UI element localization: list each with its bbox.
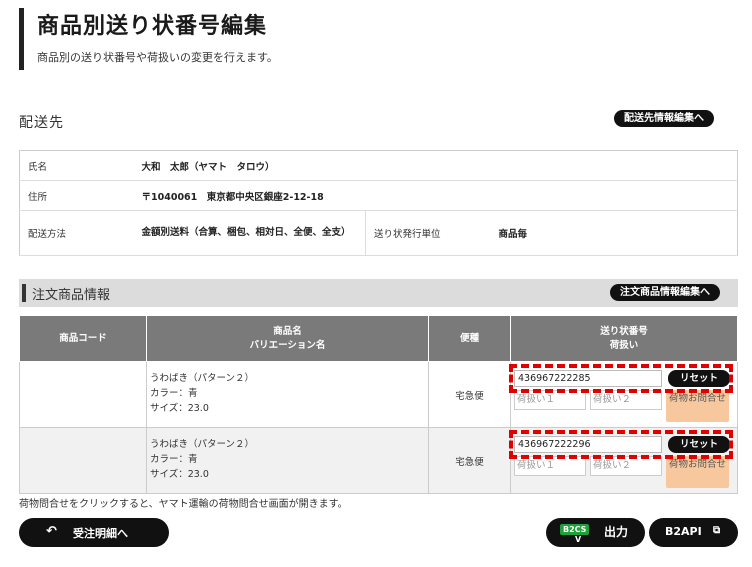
page-title: 商品別送り状番号編集 — [37, 14, 268, 39]
column-header-name-line2: バリエーション名 — [249, 339, 326, 351]
inquiry-note: 荷物問合せをクリックすると、ヤマト運輸の荷物問合せ画面が開きます。 — [19, 499, 348, 510]
delivery-info-table: 氏名 大和 太郎（ヤマト タロウ） 住所 〒1040061 東京都中央区銀座2-… — [19, 150, 738, 256]
back-to-order-detail-button[interactable]: ↶ 受注明細へ — [19, 518, 169, 547]
reset-button[interactable]: リセット — [668, 436, 730, 453]
column-header-tracking-line2: 荷扱い — [609, 339, 639, 351]
reset-button[interactable]: リセット — [668, 370, 730, 387]
handling1-input[interactable]: 荷扱い１ — [514, 390, 586, 410]
external-link-icon: ⧉ — [713, 525, 721, 536]
return-arrow-icon: ↶ — [46, 524, 57, 539]
output-label: 出力 — [604, 525, 629, 539]
tracking-number-input[interactable]: 436967222296 — [514, 436, 662, 453]
product-color: カラー：青 — [150, 454, 198, 466]
b2cs-version: V — [575, 535, 582, 544]
column-header-tracking: 送り状番号 荷扱い — [510, 315, 738, 362]
back-button-label: 受注明細へ — [73, 527, 128, 540]
product-name: うわばき（パターン２） — [150, 373, 255, 385]
address-value: 〒1040061 東京都中央区銀座2-12-18 — [133, 180, 738, 211]
package-inquiry-button[interactable]: 荷物お問合せ — [666, 456, 729, 488]
order-items-table: 商品コード 商品名 バリエーション名 便種 送り状番号 荷扱い うわばき（パター… — [19, 315, 738, 494]
title-accent-bar — [19, 8, 24, 70]
handling2-input[interactable]: 荷扱い２ — [590, 456, 662, 476]
column-header-name-line1: 商品名 — [273, 325, 302, 337]
table-row: うわばき（パターン２） カラー：青 サイズ：23.0 宅急便 436967222… — [19, 427, 738, 494]
shipping-type-cell: 宅急便 — [428, 427, 511, 494]
b2cs-output-button[interactable]: B2CS V 出力 — [546, 518, 645, 547]
b2api-label: B2API — [665, 525, 702, 538]
page-description: 商品別の送り状番号や荷扱いの変更を行えます。 — [37, 51, 278, 64]
product-code-cell — [19, 427, 147, 494]
package-inquiry-button[interactable]: 荷物お問合せ — [666, 390, 729, 422]
order-section-title: 注文商品情報 — [32, 288, 111, 303]
shipping-type-cell: 宅急便 — [428, 361, 511, 428]
name-value: 大和 太郎（ヤマト タロウ） — [133, 150, 738, 181]
edit-delivery-button[interactable]: 配送先情報編集へ — [614, 110, 714, 127]
handling2-input[interactable]: 荷扱い２ — [590, 390, 662, 410]
order-section-accent — [22, 284, 26, 302]
delivery-method-label: 配送方法 — [19, 210, 134, 256]
product-name-cell: うわばき（パターン２） カラー：青 サイズ：23.0 — [146, 361, 429, 428]
tracking-number-input[interactable]: 436967222285 — [514, 370, 662, 387]
column-header-name: 商品名 バリエーション名 — [146, 315, 429, 362]
column-header-tracking-line1: 送り状番号 — [600, 325, 648, 337]
tracking-cell: 436967222296 リセット 荷扱い１ 荷扱い２ 荷物お問合せ — [510, 427, 738, 494]
address-label: 住所 — [19, 180, 134, 211]
column-header-shipping: 便種 — [428, 315, 511, 362]
invoice-unit-value: 商品毎 — [490, 210, 738, 256]
column-header-code: 商品コード — [19, 315, 147, 362]
tracking-cell: 436967222285 リセット 荷扱い１ 荷扱い２ 荷物お問合せ — [510, 361, 738, 428]
invoice-unit-label: 送り状発行単位 — [365, 210, 491, 256]
handling1-input[interactable]: 荷扱い１ — [514, 456, 586, 476]
product-name-cell: うわばき（パターン２） カラー：青 サイズ：23.0 — [146, 427, 429, 494]
delivery-section-title: 配送先 — [19, 115, 64, 131]
product-code-cell — [19, 361, 147, 428]
delivery-method-value: 金額別送料（合算、梱包、相対日、全便、全支） — [133, 210, 366, 256]
name-label: 氏名 — [19, 150, 134, 181]
b2api-button[interactable]: B2API ⧉ — [649, 518, 738, 547]
product-name: うわばき（パターン２） — [150, 439, 255, 451]
product-color: カラー：青 — [150, 388, 198, 400]
product-size: サイズ：23.0 — [150, 468, 209, 480]
edit-order-items-button[interactable]: 注文商品情報編集へ — [610, 284, 720, 301]
table-row: うわばき（パターン２） カラー：青 サイズ：23.0 宅急便 436967222… — [19, 361, 738, 428]
product-size: サイズ：23.0 — [150, 402, 209, 414]
b2cs-badge: B2CS — [560, 524, 590, 535]
